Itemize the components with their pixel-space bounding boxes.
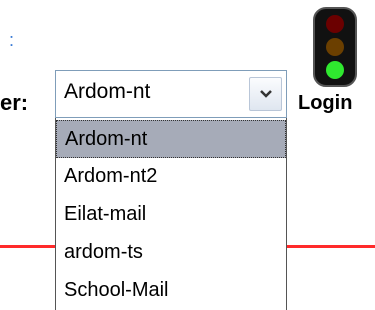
traffic-light-icon[interactable]: [312, 6, 358, 93]
dropdown-option-ardom-nt2[interactable]: Ardom-nt2: [56, 158, 286, 196]
server-label: er:: [0, 90, 29, 115]
dropdown-option-ardom-ts[interactable]: ardom-ts: [56, 234, 286, 272]
divider-line-left: [0, 245, 55, 248]
chevron-down-icon: [260, 90, 272, 98]
server-dropdown-list[interactable]: Ardom-nt Ardom-nt2 Eilat-mail ardom-ts S…: [55, 118, 287, 310]
dropdown-option-ardom-nt[interactable]: Ardom-nt: [56, 120, 286, 158]
login-label[interactable]: Login: [298, 92, 352, 115]
server-select-value: Ardom-nt: [64, 80, 151, 103]
divider-line-right: [287, 245, 375, 248]
dropdown-arrow-button[interactable]: [249, 77, 282, 111]
dropdown-option-school-mail[interactable]: School-Mail: [56, 272, 286, 310]
server-select[interactable]: Ardom-nt: [55, 70, 287, 118]
link-fragment[interactable]: :: [9, 30, 14, 51]
dropdown-option-eilat-mail[interactable]: Eilat-mail: [56, 196, 286, 234]
